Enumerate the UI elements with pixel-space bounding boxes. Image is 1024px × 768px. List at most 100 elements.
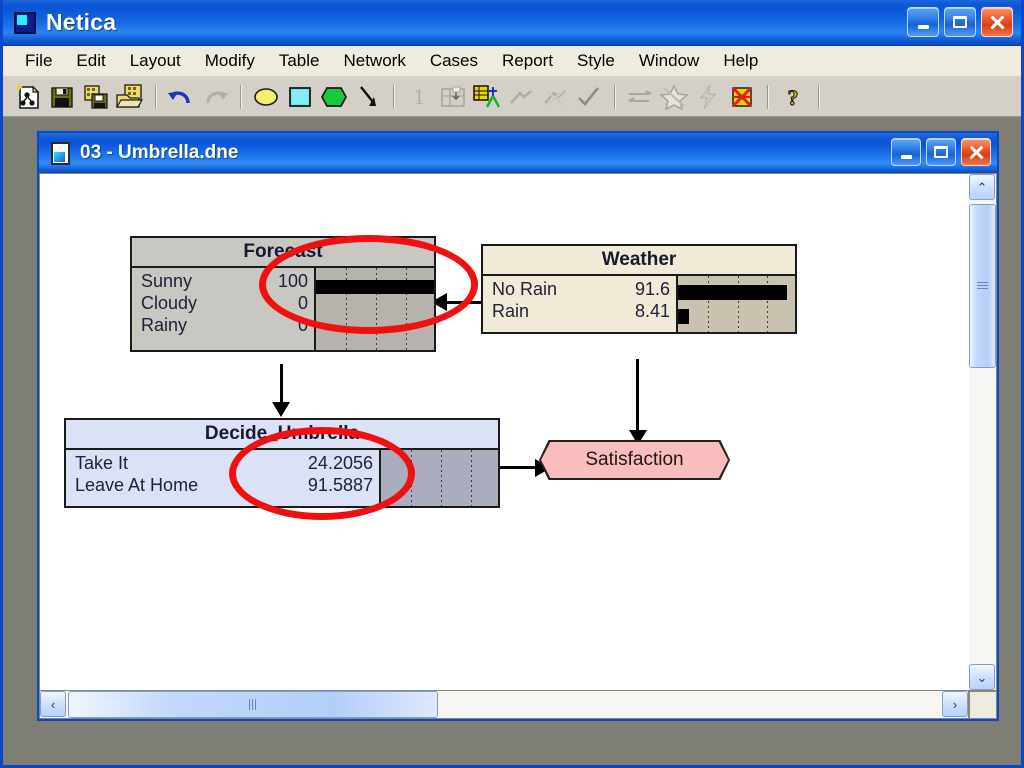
node-weather-title: Weather	[483, 246, 795, 276]
menu-window[interactable]: Window	[627, 49, 711, 74]
one-icon: 1	[402, 81, 436, 113]
bar-tick	[441, 450, 442, 506]
toolbar-separator-6	[818, 84, 819, 109]
unlearn-icon	[538, 81, 572, 113]
app-maximize-button[interactable]	[944, 7, 976, 37]
close-icon	[968, 144, 985, 161]
state-label: Leave At Home	[75, 474, 199, 495]
document-title: 03 - Umbrella.dne	[80, 142, 239, 163]
menu-style[interactable]: Style	[565, 49, 627, 74]
document-minimize-button[interactable]	[891, 138, 921, 166]
node-weather-body: No Rain 91.6 Rain 8.41	[483, 276, 795, 332]
state-value: 8.41	[634, 300, 670, 321]
scroll-thumb-grip	[977, 282, 988, 290]
application-title: Netica	[46, 9, 117, 35]
node-satisfaction-title: Satisfaction	[585, 449, 684, 470]
maximize-icon	[953, 16, 967, 28]
state-value: 91.5887	[307, 474, 373, 495]
undo-icon[interactable]	[164, 81, 198, 113]
state-row: Sunny 100	[132, 271, 314, 293]
link-weather-to-forecast	[444, 301, 486, 304]
learn-icon	[504, 81, 538, 113]
horizontal-scroll-track[interactable]	[66, 691, 942, 718]
vertical-scroll-thumb[interactable]	[969, 204, 996, 368]
horizontal-scroll-thumb[interactable]	[68, 691, 438, 718]
save-icon[interactable]	[45, 81, 79, 113]
vertical-scrollbar[interactable]: ⌃ ⌄	[969, 173, 997, 691]
state-label: Rain	[492, 300, 530, 321]
scroll-left-button[interactable]: ‹	[40, 691, 66, 717]
menu-layout[interactable]: Layout	[118, 49, 193, 74]
vertical-scroll-track[interactable]	[969, 200, 996, 664]
state-row: Rain 8.41	[483, 301, 676, 323]
state-row: Take It 24.2056	[66, 453, 379, 475]
document-icon	[51, 141, 70, 165]
state-value: 0	[297, 314, 308, 335]
absorb-node-icon	[657, 81, 691, 113]
network-canvas[interactable]: Forecast Sunny 100 Cloudy 0 Rainy 0 Weat…	[39, 173, 969, 691]
open-icon[interactable]	[113, 81, 147, 113]
toolbar-separator-2	[240, 84, 241, 109]
node-forecast-bars	[314, 268, 434, 350]
menu-file[interactable]: File	[13, 49, 64, 74]
nature-node-icon[interactable]	[249, 81, 283, 113]
state-row: Rainy 0	[132, 315, 314, 337]
menu-report[interactable]: Report	[490, 49, 565, 74]
scroll-up-button[interactable]: ⌃	[969, 174, 995, 200]
document-close-button[interactable]	[961, 138, 991, 166]
node-decide-umbrella-body: Take It 24.2056 Leave At Home 91.5887	[66, 450, 498, 506]
node-satisfaction-label-wrap: Satisfaction	[541, 442, 728, 478]
node-weather-box: Weather No Rain 91.6 Rain 8.41	[481, 244, 797, 334]
menu-edit[interactable]: Edit	[64, 49, 117, 74]
scroll-right-button[interactable]: ›	[942, 691, 968, 717]
state-label: Take It	[75, 453, 129, 473]
help-question-icon[interactable]: ?	[776, 81, 810, 113]
canvas-and-vscroll: Forecast Sunny 100 Cloudy 0 Rainy 0 Weat…	[39, 173, 997, 691]
horizontal-scrollbar[interactable]: ‹ ›	[39, 691, 969, 719]
link-decision-to-satisfaction	[499, 466, 539, 469]
window-controls	[907, 7, 1013, 37]
horizontal-scroll-row: ‹ ›	[39, 691, 997, 719]
menu-network[interactable]: Network	[331, 49, 417, 74]
link-forecast-to-decision	[280, 364, 283, 406]
state-label: Sunny	[141, 271, 193, 291]
menu-table[interactable]: Table	[267, 49, 332, 74]
state-label: Rainy	[141, 314, 188, 335]
app-close-button[interactable]	[981, 7, 1013, 37]
node-decide-umbrella-states: Take It 24.2056 Leave At Home 91.5887	[66, 450, 379, 506]
node-weather-bars	[676, 276, 795, 332]
menu-help[interactable]: Help	[711, 49, 770, 74]
node-decide-umbrella-box: Decide_Umbrella Take It 24.2056 Leave At…	[64, 418, 500, 508]
document-window-controls	[891, 138, 991, 166]
state-label: No Rain	[492, 279, 558, 299]
link-arrow-icon[interactable]	[351, 81, 385, 113]
state-value: 24.2056	[307, 453, 373, 473]
node-weather[interactable]: Weather No Rain 91.6 Rain 8.41	[481, 244, 797, 334]
save-as-icon[interactable]	[79, 81, 113, 113]
scroll-down-button[interactable]: ⌄	[969, 664, 995, 690]
minimize-icon	[917, 25, 929, 29]
equation-to-table-icon[interactable]	[470, 81, 504, 113]
state-row: Leave At Home 91.5887	[66, 475, 379, 497]
new-network-icon[interactable]	[11, 81, 45, 113]
node-decide-umbrella[interactable]: Decide_Umbrella Take It 24.2056 Leave At…	[64, 418, 500, 508]
menu-cases[interactable]: Cases	[418, 49, 490, 74]
decision-node-icon[interactable]	[283, 81, 317, 113]
document-maximize-button[interactable]	[926, 138, 956, 166]
node-satisfaction[interactable]: Satisfaction	[539, 440, 730, 480]
netica-app-icon	[14, 11, 36, 34]
utility-node-icon[interactable]	[317, 81, 351, 113]
menu-modify[interactable]: Modify	[193, 49, 267, 74]
uncompile-icon[interactable]	[725, 81, 759, 113]
redo-icon	[198, 81, 232, 113]
bar-tick	[471, 450, 472, 506]
bar-rain	[678, 309, 689, 324]
scrollbar-corner	[969, 691, 997, 719]
node-forecast-box: Forecast Sunny 100 Cloudy 0 Rainy 0	[130, 236, 436, 352]
check-icon[interactable]	[572, 81, 606, 113]
app-minimize-button[interactable]	[907, 7, 939, 37]
bar-sunny	[316, 280, 434, 294]
link-weather-to-satisfaction	[636, 359, 639, 436]
node-forecast-states: Sunny 100 Cloudy 0 Rainy 0	[132, 268, 314, 350]
node-forecast[interactable]: Forecast Sunny 100 Cloudy 0 Rainy 0	[130, 236, 436, 352]
